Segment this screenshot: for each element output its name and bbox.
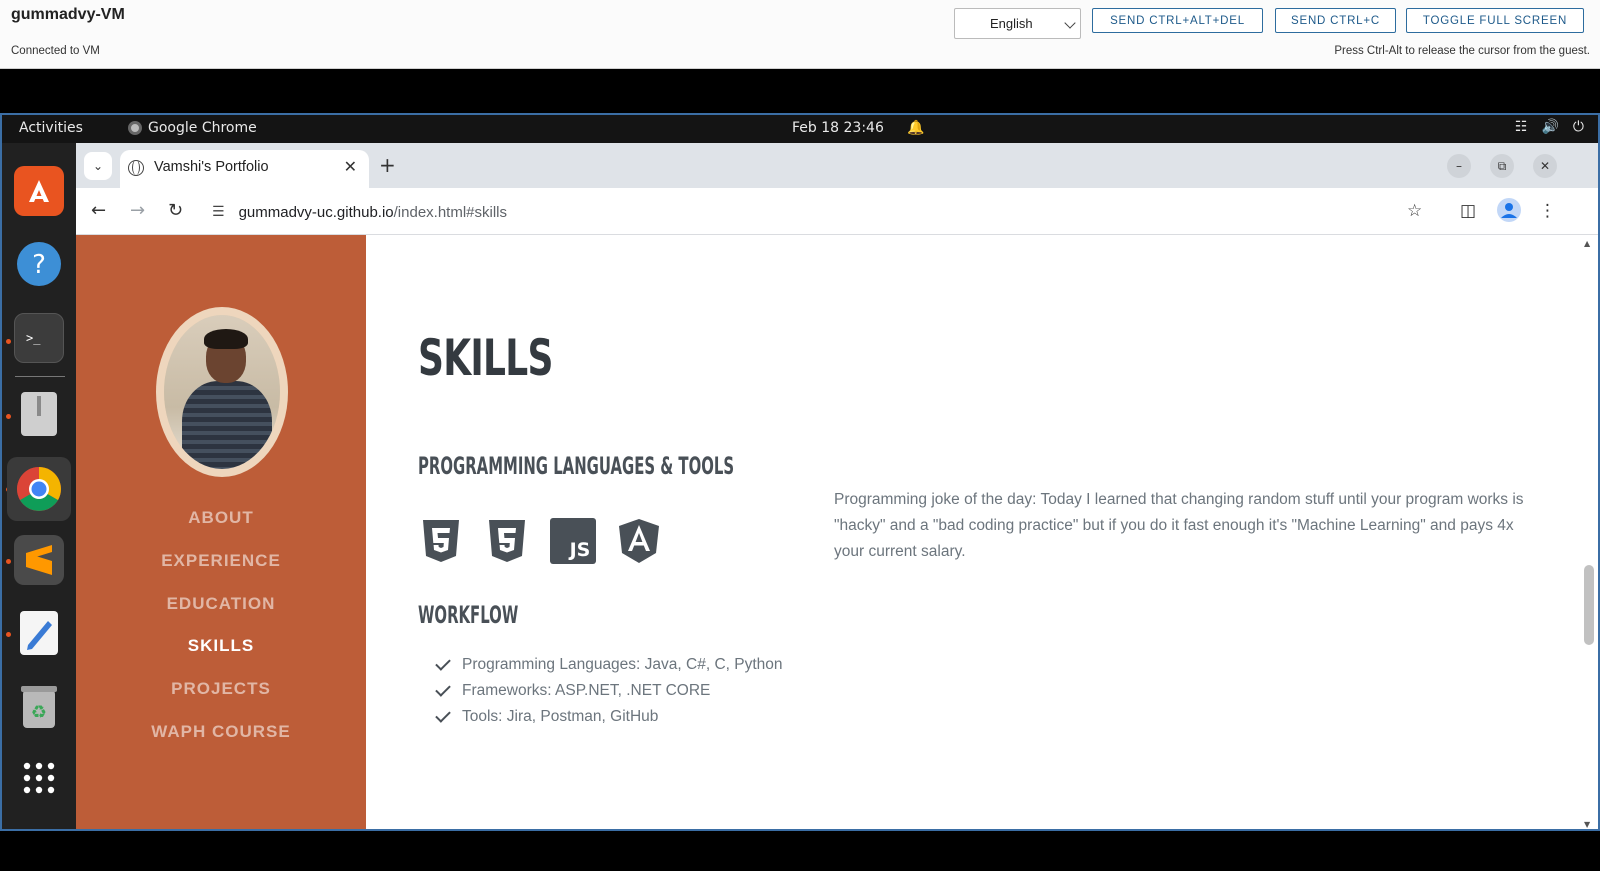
- app-menu[interactable]: Google Chrome: [128, 120, 257, 136]
- chrome-small-icon: [128, 121, 142, 135]
- running-indicator: [6, 632, 11, 637]
- nav-skills[interactable]: SKILLS: [76, 636, 366, 656]
- page-viewport: ABOUT EXPERIENCE EDUCATION SKILLS PROJEC…: [76, 235, 1598, 829]
- vm-connection-status: Connected to VM: [11, 45, 100, 57]
- network-icon: ☷: [1514, 119, 1528, 135]
- google-chrome-icon[interactable]: [7, 457, 71, 521]
- chevron-down-icon: ⌄: [92, 159, 104, 173]
- running-indicator: [6, 414, 11, 419]
- nav-experience[interactable]: EXPERIENCE: [76, 551, 366, 571]
- address-bar[interactable]: ☰ gummadvy-uc.github.io /index.html#skil…: [202, 195, 1432, 229]
- running-indicator: [6, 339, 11, 344]
- side-panel-icon[interactable]: ◫: [1460, 201, 1476, 221]
- list-item-text: Tools: Jira, Postman, GitHub: [462, 708, 659, 725]
- nav-waph-course[interactable]: WAPH COURSE: [76, 722, 366, 742]
- vm-title: gummadvy-VM: [11, 6, 125, 23]
- terminal-icon[interactable]: >_: [14, 313, 64, 363]
- workflow-subheading: WORKFLOW: [418, 601, 519, 629]
- check-icon: [435, 681, 451, 697]
- joke-of-the-day: Programming joke of the day: Today I lea…: [834, 491, 1524, 560]
- browser-toolbar: ← → ↻ ☰ gummadvy-uc.github.io /index.htm…: [76, 188, 1598, 235]
- chrome-window: ⌄ Vamshi's Portfolio ✕ + – ⧉ ✕ ← → ↻ ☰ g…: [76, 143, 1598, 829]
- list-item: Tools: Jira, Postman, GitHub: [435, 704, 783, 730]
- forward-arrow-icon[interactable]: →: [130, 200, 145, 221]
- nav-about[interactable]: ABOUT: [76, 508, 366, 528]
- toggle-full-screen-button[interactable]: TOGGLE FULL SCREEN: [1406, 8, 1584, 33]
- release-cursor-hint: Press Ctrl-Alt to release the cursor fro…: [1334, 45, 1590, 57]
- language-select-value: English: [990, 16, 1033, 31]
- tab-active[interactable]: Vamshi's Portfolio ✕: [120, 150, 369, 188]
- vm-console-header: gummadvy-VM Connected to VM English SEND…: [0, 0, 1600, 69]
- check-icon: [435, 707, 451, 723]
- check-icon: [435, 655, 451, 671]
- html5-icon: [418, 517, 464, 565]
- app-menu-label: Google Chrome: [148, 120, 257, 136]
- app-center-icon[interactable]: [14, 166, 64, 216]
- notification-bell-icon[interactable]: 🔔: [907, 120, 924, 136]
- power-icon: ⏻: [1572, 119, 1584, 135]
- portfolio-sidebar: ABOUT EXPERIENCE EDUCATION SKILLS PROJEC…: [76, 235, 366, 829]
- volume-icon: 🔊: [1541, 119, 1559, 135]
- list-item: Programming Languages: Java, C#, C, Pyth…: [435, 652, 783, 678]
- dock: ? >_ ♻: [2, 143, 76, 829]
- globe-icon: [128, 160, 144, 176]
- list-item-text: Frameworks: ASP.NET, .NET CORE: [462, 682, 711, 699]
- restore-icon[interactable]: ⧉: [1490, 154, 1514, 178]
- back-arrow-icon[interactable]: ←: [91, 200, 106, 221]
- clock[interactable]: Feb 18 23:46: [792, 120, 884, 136]
- section-heading: SKILLS: [418, 329, 553, 387]
- js-icon: JS: [550, 517, 596, 565]
- gnome-top-bar: Activities Google Chrome Feb 18 23:46 🔔 …: [2, 115, 1598, 143]
- list-item: Frameworks: ASP.NET, .NET CORE: [435, 678, 783, 704]
- tools-subheading: PROGRAMMING LANGUAGES & TOOLS: [418, 452, 735, 480]
- profile-photo: [156, 307, 288, 477]
- svg-text:?: ?: [32, 250, 46, 280]
- trash-icon[interactable]: ♻: [14, 681, 64, 731]
- svg-text:>_: >_: [26, 331, 41, 345]
- guest-desktop: Activities Google Chrome Feb 18 23:46 🔔 …: [0, 113, 1600, 831]
- running-indicator: [6, 559, 11, 564]
- tab-search-button[interactable]: ⌄: [84, 152, 112, 180]
- css3-icon: [484, 517, 530, 565]
- svg-text:♻: ♻: [31, 702, 47, 723]
- system-tray[interactable]: ☷ 🔊 ⏻: [1515, 119, 1584, 135]
- url-host: gummadvy-uc.github.io: [238, 203, 394, 221]
- angular-icon: [616, 517, 662, 565]
- skill-icons: JS: [418, 517, 662, 565]
- sublime-text-icon[interactable]: [14, 535, 64, 585]
- new-tab-button[interactable]: +: [379, 153, 396, 177]
- archive-manager-icon[interactable]: [14, 389, 64, 439]
- page-scrollbar[interactable]: ▲ ▼: [1580, 235, 1598, 829]
- dock-separator: [15, 376, 65, 377]
- scrollbar-thumb[interactable]: [1584, 565, 1594, 645]
- profile-avatar-icon[interactable]: [1497, 198, 1521, 227]
- scroll-down-icon[interactable]: ▼: [1584, 820, 1590, 829]
- minimize-icon[interactable]: –: [1447, 154, 1471, 178]
- send-ctrl-alt-del-button[interactable]: SEND CTRL+ALT+DEL: [1092, 8, 1263, 33]
- bookmark-star-icon[interactable]: ☆: [1407, 201, 1422, 221]
- reload-icon[interactable]: ↻: [168, 200, 183, 221]
- chevron-down-icon: [1064, 17, 1076, 29]
- list-item-text: Programming Languages: Java, C#, C, Pyth…: [462, 656, 783, 673]
- tab-strip: ⌄ Vamshi's Portfolio ✕ + – ⧉ ✕: [76, 143, 1598, 188]
- send-ctrl-c-button[interactable]: SEND CTRL+C: [1275, 8, 1396, 33]
- show-applications-icon[interactable]: [14, 753, 64, 803]
- activities-button[interactable]: Activities: [19, 120, 83, 136]
- text-editor-icon[interactable]: [14, 608, 64, 658]
- more-menu-icon[interactable]: ⋮: [1539, 201, 1556, 221]
- workflow-list: Programming Languages: Java, C#, C, Pyth…: [435, 652, 783, 730]
- nav-education[interactable]: EDUCATION: [76, 594, 366, 614]
- url-path: /index.html#skills: [393, 203, 508, 221]
- help-icon[interactable]: ?: [14, 239, 64, 289]
- site-info-icon[interactable]: ☰: [212, 204, 225, 220]
- skills-section: SKILLS PROGRAMMING LANGUAGES & TOOLS JS: [366, 235, 1580, 829]
- nav-projects[interactable]: PROJECTS: [76, 679, 366, 699]
- svg-text:JS: JS: [568, 539, 591, 561]
- language-select[interactable]: English: [954, 8, 1081, 39]
- scroll-up-icon[interactable]: ▲: [1584, 239, 1590, 248]
- close-window-icon[interactable]: ✕: [1533, 154, 1557, 178]
- tab-title: Vamshi's Portfolio: [154, 159, 269, 175]
- close-tab-icon[interactable]: ✕: [344, 157, 357, 176]
